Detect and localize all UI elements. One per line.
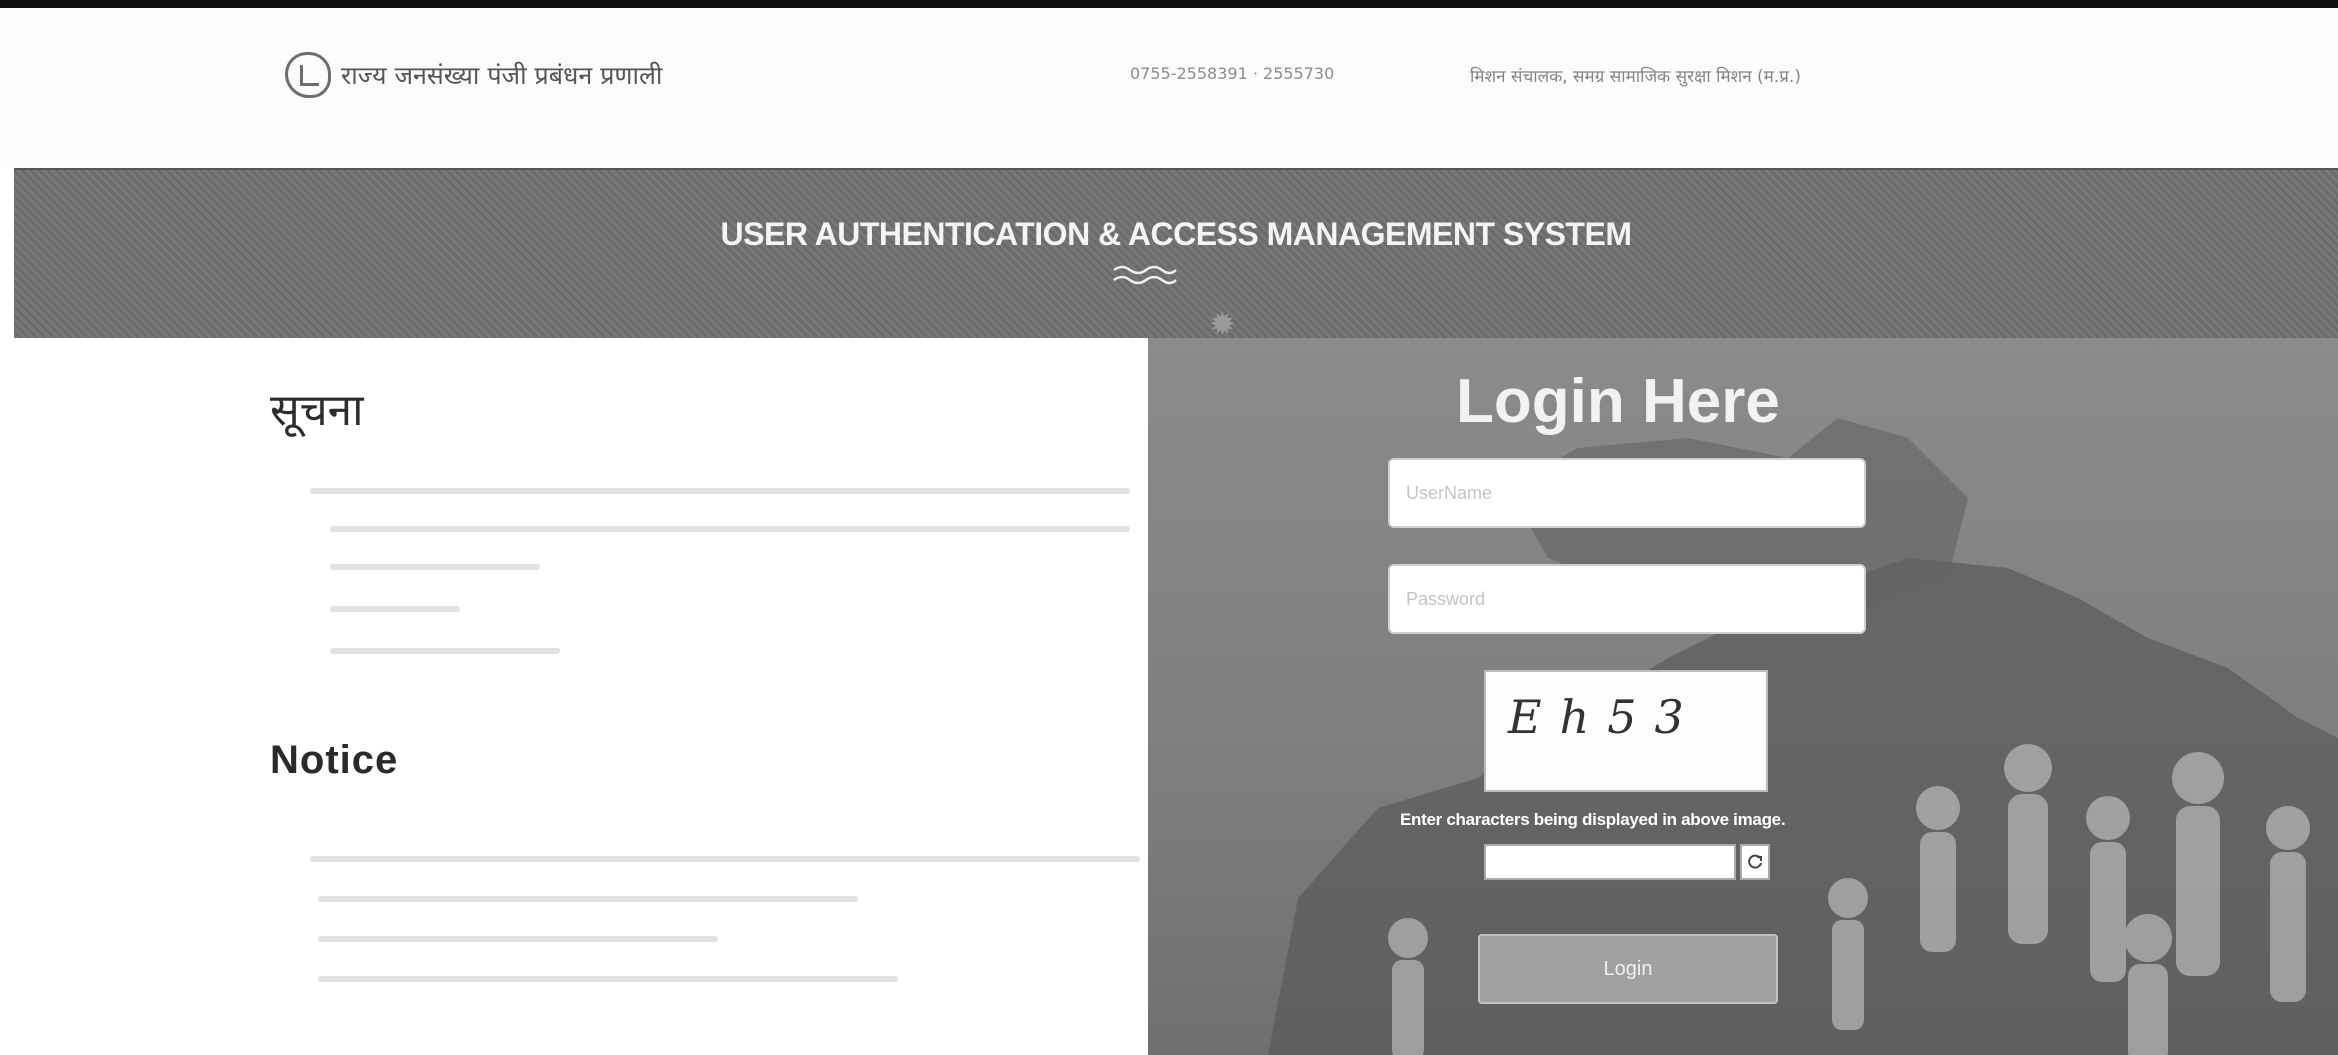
notice-english-line xyxy=(310,856,1140,862)
notice-heading-hindi: सूचना xyxy=(270,385,364,436)
banner-title: USER AUTHENTICATION & ACCESS MANAGEMENT … xyxy=(720,216,1632,252)
department-name: मिशन संचालक, समग्र सामाजिक सुरक्षा मिशन … xyxy=(1470,67,1801,87)
phone-number: 0755-2558391 · 2555730 xyxy=(1130,64,1335,83)
login-button[interactable]: Login xyxy=(1478,934,1778,1004)
notice-hindi-line xyxy=(330,526,1130,532)
login-heading: Login Here xyxy=(1456,367,1780,436)
notice-panel: सूचना Notice xyxy=(0,338,1148,1055)
banner: USER AUTHENTICATION & ACCESS MANAGEMENT … xyxy=(14,168,2338,343)
contact-info: 0755-2558391 · 2555730 xyxy=(1130,64,1334,83)
logo[interactable]: राज्य जनसंख्या पंजी प्रबंधन प्रणाली xyxy=(285,52,662,98)
notice-english-line xyxy=(318,976,898,982)
captcha-refresh-button[interactable] xyxy=(1740,844,1770,880)
notice-heading-english: Notice xyxy=(270,738,399,782)
password-input[interactable] xyxy=(1388,564,1866,634)
login-panel: Login Here Eh53 Enter characters being d… xyxy=(1148,338,2338,1055)
captcha-hint: Enter characters being displayed in abov… xyxy=(1400,810,1786,829)
notice-english-line xyxy=(318,936,718,942)
wave-ornament-icon xyxy=(1113,265,1177,285)
notice-hindi-line xyxy=(330,606,460,612)
notice-hindi-line xyxy=(330,648,560,654)
captcha-image: Eh53 xyxy=(1484,670,1768,792)
header: राज्य जनसंख्या पंजी प्रबंधन प्रणाली 0755… xyxy=(0,8,2338,168)
notice-english-line xyxy=(318,896,858,902)
top-rule xyxy=(0,0,2338,8)
captcha-input[interactable] xyxy=(1484,844,1736,880)
department-info: मिशन संचालक, समग्र सामाजिक सुरक्षा मिशन … xyxy=(1470,64,1801,87)
captcha-text: Eh53 xyxy=(1508,690,1702,744)
emblem-icon xyxy=(285,52,331,98)
app-name: राज्य जनसंख्या पंजी प्रबंधन प्रणाली xyxy=(341,61,663,90)
notice-hindi-line xyxy=(330,564,540,570)
refresh-icon xyxy=(1748,854,1762,869)
username-input[interactable] xyxy=(1388,458,1866,528)
notice-hindi-line xyxy=(310,488,1130,494)
